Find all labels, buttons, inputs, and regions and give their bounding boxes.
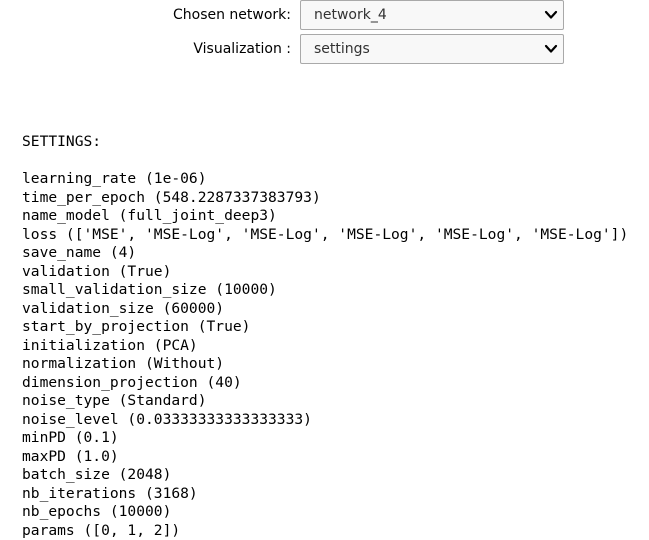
settings-line: maxPD (1.0) xyxy=(22,448,628,467)
settings-line: save_name (4) xyxy=(22,244,628,263)
settings-line: normalization (Without) xyxy=(22,355,628,374)
settings-line: start_by_projection (True) xyxy=(22,318,628,337)
settings-line: time_per_epoch (548.2287337383793) xyxy=(22,189,628,208)
visualization-select[interactable]: settings xyxy=(300,34,564,64)
settings-line: minPD (0.1) xyxy=(22,429,628,448)
chevron-down-icon xyxy=(544,9,558,21)
settings-line: dimension_projection (40) xyxy=(22,374,628,393)
visualization-select-value: settings xyxy=(314,41,370,57)
network-label: Chosen network: xyxy=(173,7,291,23)
settings-line: batch_size (2048) xyxy=(22,466,628,485)
settings-line: loss (['MSE', 'MSE-Log', 'MSE-Log', 'MSE… xyxy=(22,226,628,245)
settings-line: learning_rate (1e-06) xyxy=(22,170,628,189)
settings-line: nb_epochs (10000) xyxy=(22,503,628,522)
network-select[interactable]: network_4 xyxy=(300,0,564,30)
visualization-row: Visualization : settings xyxy=(0,34,649,64)
settings-line: initialization (PCA) xyxy=(22,337,628,356)
network-row: Chosen network: network_4 xyxy=(0,0,649,30)
visualization-label: Visualization : xyxy=(193,41,291,57)
settings-line: validation (True) xyxy=(22,263,628,282)
settings-line: noise_level (0.03333333333333333) xyxy=(22,411,628,430)
chevron-down-icon xyxy=(544,43,558,55)
network-select-value: network_4 xyxy=(314,7,387,23)
settings-line: name_model (full_joint_deep3) xyxy=(22,207,628,226)
settings-header: SETTINGS: xyxy=(22,133,628,152)
settings-line: nb_iterations (3168) xyxy=(22,485,628,504)
settings-line: params ([0, 1, 2]) xyxy=(22,522,628,540)
settings-line: noise_type (Standard) xyxy=(22,392,628,411)
settings-output: SETTINGS: learning_rate (1e-06)time_per_… xyxy=(22,96,628,540)
settings-line: small_validation_size (10000) xyxy=(22,281,628,300)
settings-line: validation_size (60000) xyxy=(22,300,628,319)
